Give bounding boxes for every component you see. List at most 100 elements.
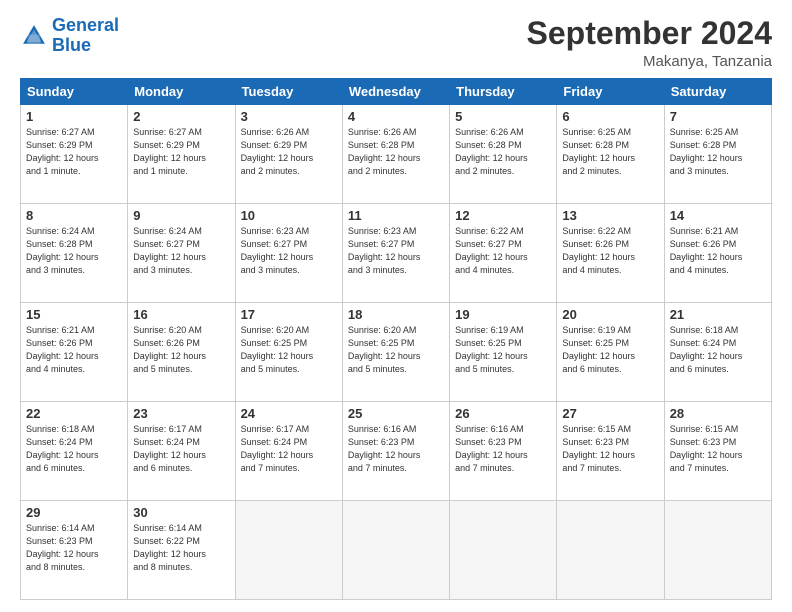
day-info: Sunrise: 6:20 AM Sunset: 6:25 PM Dayligh… [348,324,444,376]
day-cell: 15Sunrise: 6:21 AM Sunset: 6:26 PM Dayli… [21,303,128,402]
day-info: Sunrise: 6:26 AM Sunset: 6:29 PM Dayligh… [241,126,337,178]
logo: General Blue [20,16,119,56]
week-row-3: 15Sunrise: 6:21 AM Sunset: 6:26 PM Dayli… [21,303,772,402]
day-cell: 26Sunrise: 6:16 AM Sunset: 6:23 PM Dayli… [450,402,557,501]
day-info: Sunrise: 6:23 AM Sunset: 6:27 PM Dayligh… [241,225,337,277]
day-cell: 19 Sunrise: 6:19 AM Sunset: 6:25 PM Dayli… [450,303,557,402]
day-cell [235,501,342,600]
day-cell [450,501,557,600]
week-row-5: 29 Sunrise: 6:14 AM Sunset: 6:23 PM Dayli… [21,501,772,600]
day-info: Sunrise: 6:14 AM Sunset: 6:23 PM Dayligh… [26,522,122,574]
day-info: Sunrise: 6:20 AM Sunset: 6:25 PM Dayligh… [241,324,337,376]
day-number: 14 [670,208,766,223]
day-number: 19 [455,307,551,322]
day-number: 21 [670,307,766,322]
day-cell: 25 Sunrise: 6:16 AM Sunset: 6:23 PM Dayli… [342,402,449,501]
day-header-monday: Monday [128,79,235,105]
day-info: Sunrise: 6:16 AM Sunset: 6:23 PM Dayligh… [348,423,444,475]
week-row-1: 1Sunrise: 6:27 AM Sunset: 6:29 PM Daylig… [21,105,772,204]
day-number: 28 [670,406,766,421]
day-number: 5 [455,109,551,124]
day-number: 12 [455,208,551,223]
day-number: 13 [562,208,658,223]
day-number: 4 [348,109,444,124]
day-number: 16 [133,307,229,322]
month-title: September 2024 [527,16,772,51]
day-info: Sunrise: 6:18 AM Sunset: 6:24 PM Dayligh… [670,324,766,376]
day-number: 20 [562,307,658,322]
day-cell [557,501,664,600]
day-cell: 12 Sunrise: 6:22 AM Sunset: 6:27 PM Dayli… [450,204,557,303]
day-number: 25 [348,406,444,421]
day-header-friday: Friday [557,79,664,105]
day-info: Sunrise: 6:15 AM Sunset: 6:23 PM Dayligh… [670,423,766,475]
day-number: 15 [26,307,122,322]
day-info: Sunrise: 6:26 AM Sunset: 6:28 PM Dayligh… [348,126,444,178]
day-cell: 2Sunrise: 6:27 AM Sunset: 6:29 PM Daylig… [128,105,235,204]
day-cell: 30Sunrise: 6:14 AM Sunset: 6:22 PM Dayli… [128,501,235,600]
day-info: Sunrise: 6:14 AM Sunset: 6:22 PM Dayligh… [133,522,229,574]
day-header-sunday: Sunday [21,79,128,105]
day-cell: 17 Sunrise: 6:20 AM Sunset: 6:25 PM Dayli… [235,303,342,402]
day-cell: 28 Sunrise: 6:15 AM Sunset: 6:23 PM Dayli… [664,402,771,501]
day-header-saturday: Saturday [664,79,771,105]
day-number: 8 [26,208,122,223]
day-info: Sunrise: 6:25 AM Sunset: 6:28 PM Dayligh… [670,126,766,178]
day-info: Sunrise: 6:25 AM Sunset: 6:28 PM Dayligh… [562,126,658,178]
day-cell: 23 Sunrise: 6:17 AM Sunset: 6:24 PM Dayli… [128,402,235,501]
day-cell: 22 Sunrise: 6:18 AM Sunset: 6:24 PM Dayli… [21,402,128,501]
day-info: Sunrise: 6:24 AM Sunset: 6:28 PM Dayligh… [26,225,122,277]
day-cell: 29 Sunrise: 6:14 AM Sunset: 6:23 PM Dayli… [21,501,128,600]
day-number: 26 [455,406,551,421]
title-block: September 2024 Makanya, Tanzania [527,16,772,70]
day-info: Sunrise: 6:26 AM Sunset: 6:28 PM Dayligh… [455,126,551,178]
day-info: Sunrise: 6:23 AM Sunset: 6:27 PM Dayligh… [348,225,444,277]
day-cell: 16 Sunrise: 6:20 AM Sunset: 6:26 PM Dayli… [128,303,235,402]
location: Makanya, Tanzania [527,53,772,70]
day-cell: 21 Sunrise: 6:18 AM Sunset: 6:24 PM Dayli… [664,303,771,402]
day-cell: 7 Sunrise: 6:25 AM Sunset: 6:28 PM Daylig… [664,105,771,204]
day-number: 7 [670,109,766,124]
day-cell [664,501,771,600]
day-header-thursday: Thursday [450,79,557,105]
day-header-wednesday: Wednesday [342,79,449,105]
page: General Blue September 2024 Makanya, Tan… [0,0,792,612]
day-info: Sunrise: 6:27 AM Sunset: 6:29 PM Dayligh… [133,126,229,178]
day-cell: 6Sunrise: 6:25 AM Sunset: 6:28 PM Daylig… [557,105,664,204]
day-cell: 18 Sunrise: 6:20 AM Sunset: 6:25 PM Dayli… [342,303,449,402]
week-row-2: 8 Sunrise: 6:24 AM Sunset: 6:28 PM Daylig… [21,204,772,303]
day-number: 27 [562,406,658,421]
day-cell: 24Sunrise: 6:17 AM Sunset: 6:24 PM Dayli… [235,402,342,501]
day-cell: 8 Sunrise: 6:24 AM Sunset: 6:28 PM Daylig… [21,204,128,303]
day-cell: 11 Sunrise: 6:23 AM Sunset: 6:27 PM Dayli… [342,204,449,303]
day-number: 3 [241,109,337,124]
day-cell: 20 Sunrise: 6:19 AM Sunset: 6:25 PM Dayli… [557,303,664,402]
day-info: Sunrise: 6:19 AM Sunset: 6:25 PM Dayligh… [455,324,551,376]
header-row: SundayMondayTuesdayWednesdayThursdayFrid… [21,79,772,105]
day-info: Sunrise: 6:17 AM Sunset: 6:24 PM Dayligh… [241,423,337,475]
day-number: 23 [133,406,229,421]
day-cell: 9 Sunrise: 6:24 AM Sunset: 6:27 PM Daylig… [128,204,235,303]
day-number: 17 [241,307,337,322]
day-number: 9 [133,208,229,223]
week-row-4: 22 Sunrise: 6:18 AM Sunset: 6:24 PM Dayli… [21,402,772,501]
day-info: Sunrise: 6:18 AM Sunset: 6:24 PM Dayligh… [26,423,122,475]
day-info: Sunrise: 6:22 AM Sunset: 6:26 PM Dayligh… [562,225,658,277]
day-number: 10 [241,208,337,223]
day-header-tuesday: Tuesday [235,79,342,105]
day-info: Sunrise: 6:22 AM Sunset: 6:27 PM Dayligh… [455,225,551,277]
day-number: 18 [348,307,444,322]
day-cell: 14 Sunrise: 6:21 AM Sunset: 6:26 PM Dayli… [664,204,771,303]
day-info: Sunrise: 6:15 AM Sunset: 6:23 PM Dayligh… [562,423,658,475]
day-number: 11 [348,208,444,223]
day-cell: 1Sunrise: 6:27 AM Sunset: 6:29 PM Daylig… [21,105,128,204]
day-number: 22 [26,406,122,421]
day-info: Sunrise: 6:17 AM Sunset: 6:24 PM Dayligh… [133,423,229,475]
day-info: Sunrise: 6:19 AM Sunset: 6:25 PM Dayligh… [562,324,658,376]
day-info: Sunrise: 6:24 AM Sunset: 6:27 PM Dayligh… [133,225,229,277]
day-number: 29 [26,505,122,520]
day-info: Sunrise: 6:21 AM Sunset: 6:26 PM Dayligh… [670,225,766,277]
day-cell: 13 Sunrise: 6:22 AM Sunset: 6:26 PM Dayli… [557,204,664,303]
day-info: Sunrise: 6:20 AM Sunset: 6:26 PM Dayligh… [133,324,229,376]
day-cell: 27 Sunrise: 6:15 AM Sunset: 6:23 PM Dayli… [557,402,664,501]
